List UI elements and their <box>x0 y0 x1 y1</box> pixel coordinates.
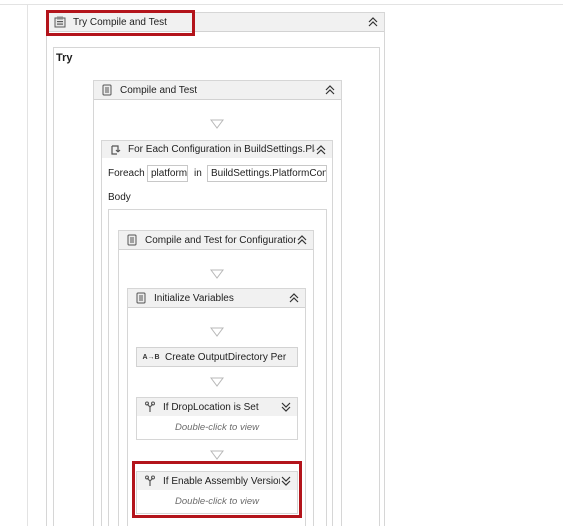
sequence-icon <box>125 233 139 247</box>
if-drop-location-title: If DropLocation is Set <box>163 401 259 413</box>
for-each-title: For Each Configuration in BuildSettings.… <box>128 144 315 155</box>
body-label: Body <box>108 192 131 203</box>
foreach-label: Foreach <box>108 168 145 179</box>
collapse-double-chevron-up-icon[interactable] <box>315 144 327 156</box>
create-output-directory-title: Create OutputDirectory Per <box>165 351 287 363</box>
drop-target-arrow[interactable] <box>210 269 224 279</box>
collapse-double-chevron-up-icon[interactable] <box>288 292 300 304</box>
drop-target-arrow[interactable] <box>210 377 224 387</box>
collapse-double-chevron-up-icon[interactable] <box>296 234 308 246</box>
assign-icon: A→B <box>142 353 160 361</box>
collapse-double-chevron-up-icon[interactable] <box>367 16 379 28</box>
if-icon <box>143 400 157 414</box>
highlight-if-enable-assembly-version <box>132 461 302 518</box>
compile-for-configuration-title: Compile and Test for Configuration <box>145 234 296 246</box>
top-divider <box>0 4 563 5</box>
foreach-collection-input[interactable]: BuildSettings.PlatformCon <box>207 165 327 182</box>
expand-double-chevron-down-icon[interactable] <box>280 401 292 413</box>
foreach-icon <box>108 143 122 157</box>
drop-target-arrow[interactable] <box>210 327 224 337</box>
highlight-try-compile-and-test <box>46 10 195 36</box>
initialize-variables-title: Initialize Variables <box>154 292 234 304</box>
drop-target-arrow[interactable] <box>210 450 224 460</box>
if-drop-location-header[interactable]: If DropLocation is Set <box>137 398 297 416</box>
try-label: Try <box>56 52 73 64</box>
in-label: in <box>194 168 202 179</box>
drop-target-arrow[interactable] <box>210 119 224 129</box>
foreach-item-input[interactable]: platform <box>147 165 188 182</box>
left-divider <box>27 5 28 526</box>
sequence-icon <box>134 291 148 305</box>
compile-and-test-title: Compile and Test <box>120 84 198 96</box>
compile-for-configuration-header[interactable]: Compile and Test for Configuration <box>119 231 313 250</box>
collapse-double-chevron-up-icon[interactable] <box>324 84 336 96</box>
compile-and-test-header[interactable]: Compile and Test <box>94 81 341 100</box>
if-drop-location-collapsed-body[interactable]: Double-click to view <box>137 422 297 433</box>
initialize-variables-header[interactable]: Initialize Variables <box>128 289 305 308</box>
create-output-directory-activity[interactable]: A→B Create OutputDirectory Per <box>136 347 298 367</box>
sequence-icon <box>100 83 114 97</box>
for-each-header[interactable]: For Each Configuration in BuildSettings.… <box>102 141 332 158</box>
